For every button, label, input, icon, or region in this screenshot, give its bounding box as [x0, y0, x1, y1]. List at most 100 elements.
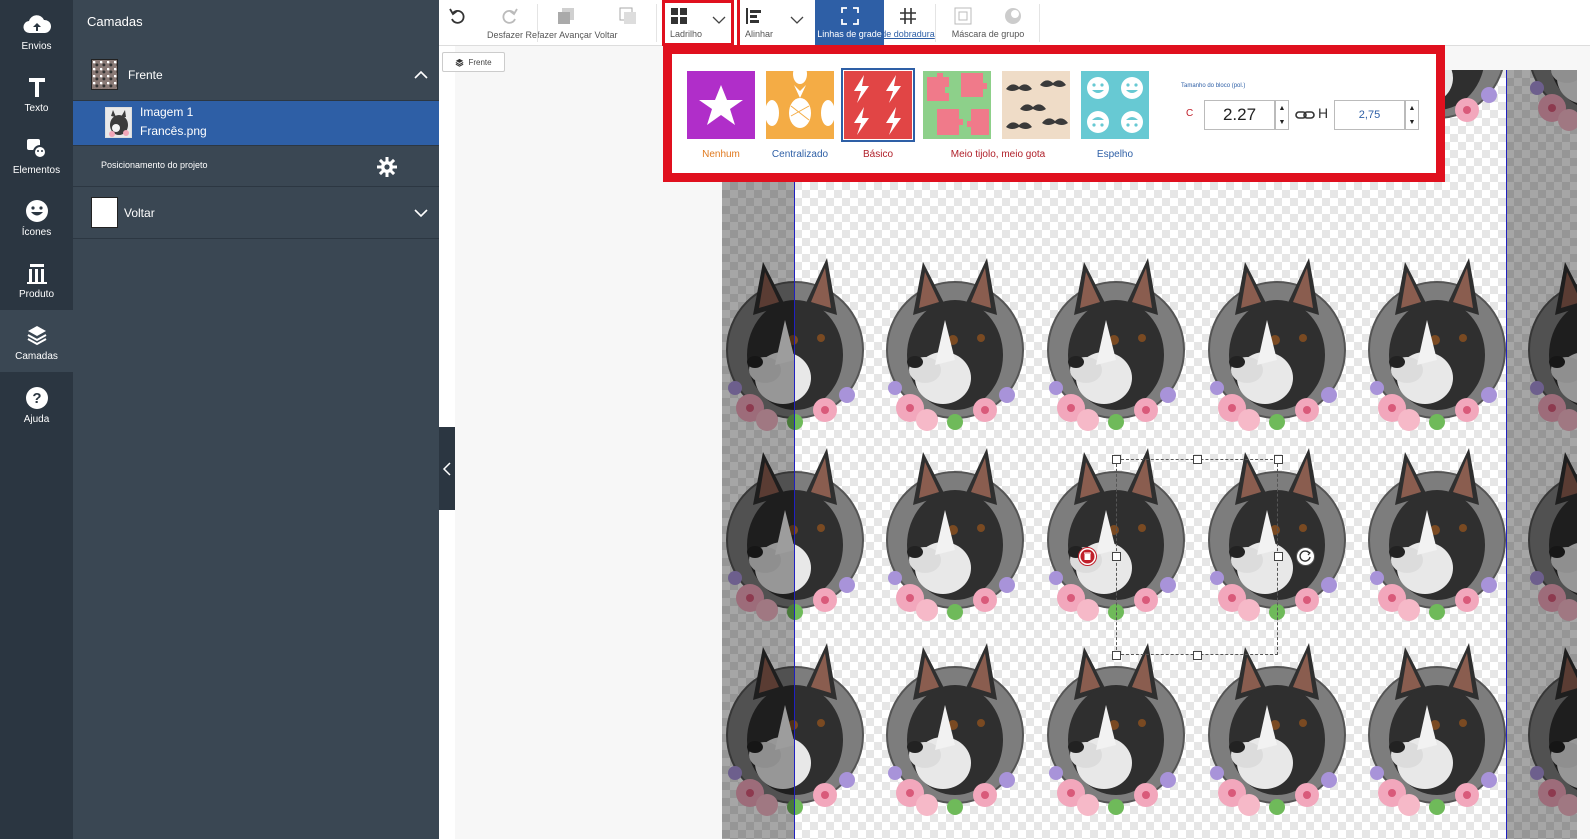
layer-group-back[interactable]: Voltar — [73, 187, 439, 239]
tile-option-half-drop[interactable] — [1002, 71, 1070, 139]
rail-item-icones[interactable]: Ícones — [0, 186, 73, 248]
grid-icon — [899, 3, 917, 29]
rail-item-texto[interactable]: Texto — [0, 62, 73, 124]
rail-label: Camadas — [15, 350, 58, 362]
dog-tile — [1368, 642, 1506, 817]
bleed-shade-left — [722, 70, 794, 839]
resize-handle-t[interactable] — [1193, 455, 1202, 464]
safe-boundary-right — [1506, 70, 1507, 839]
rail-item-produto[interactable]: Produto — [0, 248, 73, 310]
layers-icon — [22, 321, 52, 349]
panel-title: Camadas — [87, 14, 143, 29]
chevron-down-icon[interactable] — [413, 205, 429, 221]
rail-item-camadas[interactable]: Camadas — [0, 310, 73, 372]
link-icon[interactable] — [1295, 109, 1315, 121]
resize-handle-l[interactable] — [1112, 552, 1121, 561]
height-label: H — [1318, 105, 1329, 121]
height-input[interactable]: 2,75 — [1334, 100, 1405, 130]
grid-button[interactable]: de dobradura — [881, 0, 935, 46]
increment-icon[interactable]: ▲ — [1279, 105, 1286, 112]
left-nav-rail: Envios Texto Elementos Ícones Produto Ca… — [0, 0, 73, 839]
dog-tile — [1047, 257, 1185, 432]
design-canvas[interactable] — [722, 70, 1577, 839]
rail-item-elementos[interactable]: Elementos — [0, 124, 73, 186]
tile-option-mirror[interactable] — [1081, 71, 1149, 139]
increment-icon[interactable]: ▲ — [1409, 105, 1416, 112]
rail-label: Envios — [21, 40, 52, 52]
decrement-icon[interactable]: ▼ — [1409, 119, 1416, 126]
smiley-icon — [22, 197, 52, 225]
tile-option-label: Centralizado — [771, 149, 829, 160]
tile-option-label: Nenhum — [702, 149, 740, 160]
height-stepper[interactable]: ▲ ▼ — [1405, 100, 1419, 130]
layers-icon — [456, 58, 464, 67]
decrement-icon[interactable]: ▼ — [1279, 119, 1286, 126]
side-tag-front[interactable]: Frente — [442, 52, 505, 72]
back-label: Voltar — [594, 30, 618, 40]
width-label: C — [1186, 108, 1194, 119]
rail-label: Elementos — [12, 164, 61, 176]
redo-label: Refazer — [525, 30, 558, 40]
resize-handle-r[interactable] — [1274, 552, 1283, 561]
back-group-label: Voltar — [124, 206, 155, 220]
toolbar-divider — [537, 4, 538, 42]
image-layer-file: Francês.png — [140, 124, 207, 138]
resize-handle-tr[interactable] — [1274, 455, 1283, 464]
rail-item-ajuda[interactable]: ? Ajuda — [0, 373, 73, 435]
lightning-icon — [854, 75, 901, 135]
tile-option-label: Básico — [862, 149, 893, 160]
rotate-icon[interactable] — [1296, 547, 1315, 566]
product-icon — [22, 259, 52, 287]
image-thumbnail — [105, 107, 132, 138]
resize-handle-b[interactable] — [1193, 651, 1202, 660]
tile-option-centered[interactable] — [765, 64, 835, 139]
rail-label: Texto — [24, 102, 49, 114]
tile-option-half-brick[interactable] — [923, 71, 991, 139]
tile-option-basic[interactable] — [841, 68, 915, 142]
block-size-heading: Tamanho do bloco (pol.) — [1181, 83, 1246, 89]
resize-handle-tl[interactable] — [1112, 455, 1121, 464]
elements-icon — [22, 135, 52, 163]
layer-item-image[interactable]: Imagem 1 Francês.png — [73, 101, 439, 146]
safe-boundary-left — [794, 70, 795, 839]
delete-icon[interactable] — [1078, 547, 1097, 566]
undo-button[interactable] — [445, 0, 471, 46]
chevron-down-icon[interactable] — [790, 15, 804, 25]
width-input[interactable]: 2.27 — [1204, 100, 1275, 130]
svg-text:?: ? — [32, 390, 41, 407]
tiled-dog-pattern — [726, 70, 1577, 817]
rail-label: Produto — [18, 288, 55, 300]
rail-item-envios[interactable]: Envios — [0, 0, 73, 62]
gridlines-button[interactable]: Linhas de grade — [815, 0, 884, 46]
dog-tile — [1368, 257, 1506, 432]
dog-tile — [1047, 642, 1185, 817]
selection-box[interactable] — [1116, 459, 1278, 655]
bleed-shade-right — [1506, 70, 1577, 839]
mask-shape-icon — [1005, 8, 1021, 24]
text-icon — [22, 73, 52, 101]
front-thumbnail — [91, 59, 118, 90]
tile-button-highlight — [662, 0, 734, 46]
width-stepper[interactable]: ▲ ▼ — [1275, 100, 1289, 130]
group-mask-icons — [953, 3, 1023, 29]
gear-icon[interactable] — [376, 156, 398, 178]
dog-tile — [1208, 642, 1346, 817]
mask-frame-icon — [954, 7, 972, 25]
bring-forward-icon — [556, 3, 576, 29]
smiley-mirror-icon — [1087, 77, 1143, 133]
align-label: Alinhar — [745, 29, 774, 39]
toolbar-divider — [656, 4, 657, 42]
undo-icon — [448, 3, 468, 29]
cloud-upload-icon — [22, 11, 52, 39]
tile-option-none[interactable] — [687, 71, 755, 139]
chevron-up-icon[interactable] — [413, 67, 429, 83]
rail-label: Ajuda — [23, 413, 50, 425]
layer-group-front[interactable]: Frente — [73, 49, 439, 101]
group-mask-label: Máscara de grupo — [951, 29, 1025, 39]
send-back-icon — [618, 3, 638, 29]
collapse-panel-button[interactable] — [439, 427, 455, 510]
align-highlight-edge — [737, 0, 741, 46]
send-back-button[interactable] — [615, 0, 641, 46]
resize-handle-bl[interactable] — [1112, 651, 1121, 660]
group-mask-button[interactable]: Máscara de grupo — [939, 0, 1037, 46]
